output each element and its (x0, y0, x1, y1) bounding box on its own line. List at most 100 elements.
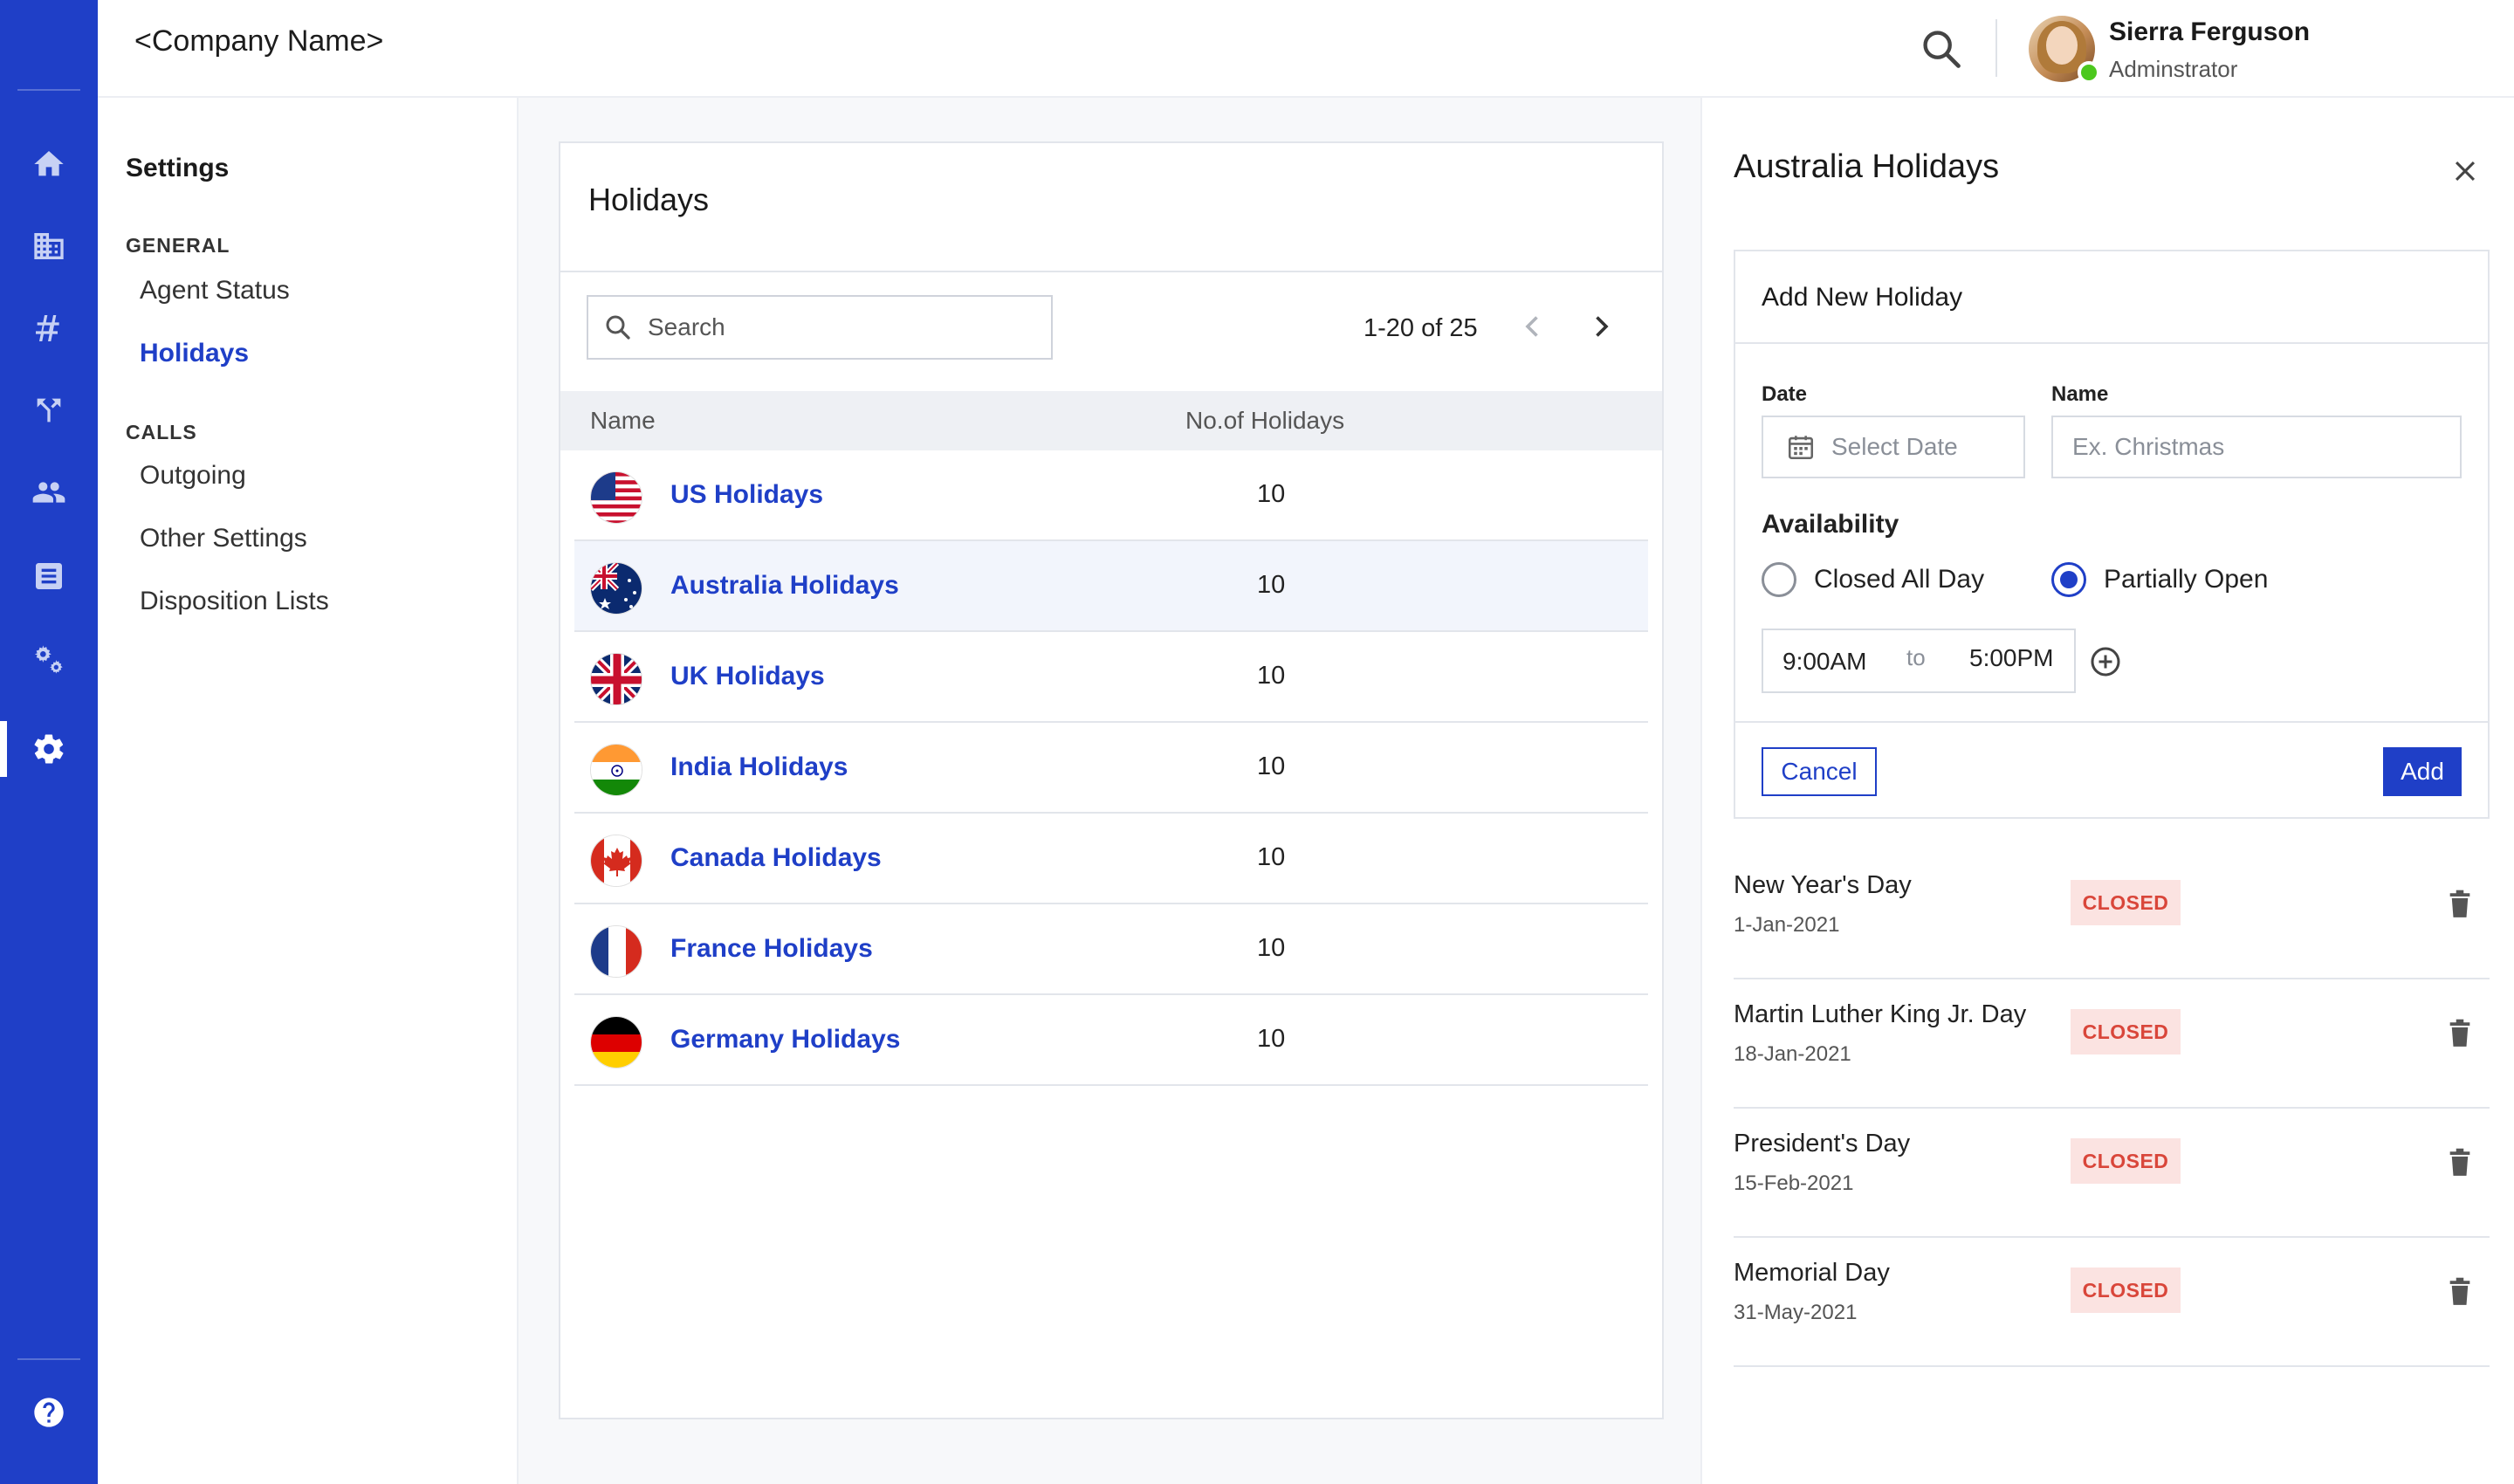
holiday-list-name[interactable]: India Holidays (670, 752, 848, 782)
users-icon[interactable] (26, 470, 72, 515)
search-placeholder: Search (648, 313, 725, 340)
search-button[interactable] (1915, 23, 1968, 75)
top-header: <Company Name> Sierra Ferguson Adminstra… (98, 0, 2514, 98)
radio-label: Closed All Day (1814, 565, 1985, 594)
time-range: 9:00AM to 5:00PM (1762, 629, 2076, 693)
active-rail-indicator (0, 721, 7, 777)
table-row[interactable]: France Holidays 10 (574, 904, 1648, 995)
routing-icon[interactable] (26, 388, 72, 433)
nav-item-disposition-lists[interactable]: Disposition Lists (140, 587, 329, 616)
australia-flag-icon (590, 562, 642, 615)
radio-circle (2051, 562, 2086, 597)
radio-label: Partially Open (2104, 565, 2269, 594)
delete-button[interactable] (2442, 1274, 2477, 1309)
user-role: Adminstrator (2109, 56, 2238, 82)
holiday-date: 18-Jan-2021 (1734, 1042, 1851, 1066)
holiday-name: President's Day (1734, 1130, 1911, 1158)
status-badge: CLOSED (2071, 880, 2181, 925)
company-name: <Company Name> (134, 24, 384, 58)
status-badge: CLOSED (2071, 1138, 2181, 1184)
trash-icon (2449, 1019, 2470, 1047)
nav-section-general: GENERAL (126, 234, 230, 257)
prev-page-button[interactable] (1514, 307, 1552, 346)
india-flag-icon (590, 744, 642, 796)
holiday-date: 1-Jan-2021 (1734, 913, 1840, 937)
holidays-card: Holidays Search 1-20 of 25 Name No.of Ho… (559, 141, 1664, 1419)
table-row[interactable]: UK Holidays 10 (574, 632, 1648, 723)
availability-label: Availability (1762, 510, 1899, 539)
delete-button[interactable] (2442, 887, 2477, 922)
table-row[interactable]: Australia Holidays 10 (574, 541, 1648, 632)
holiday-count: 10 (1257, 1025, 1286, 1053)
table-row[interactable]: US Holidays 10 (574, 450, 1648, 541)
end-time-input[interactable]: 5:00PM (1969, 644, 2054, 672)
uk-flag-icon (590, 653, 642, 705)
holiday-count: 10 (1257, 480, 1286, 508)
canada-flag-icon (590, 835, 642, 887)
app-rail (0, 0, 98, 1484)
add-time-range-button[interactable] (2088, 644, 2123, 679)
france-flag-icon (590, 925, 642, 978)
add-button[interactable]: Add (2383, 747, 2462, 796)
add-holiday-form: Add New Holiday Date Select Date Name Ex… (1734, 250, 2490, 819)
form-divider (1735, 721, 2488, 723)
holiday-count: 10 (1257, 843, 1286, 871)
table-row[interactable]: Germany Holidays 10 (574, 995, 1648, 1086)
date-picker-input[interactable]: Select Date (1762, 416, 2025, 478)
list-item: President's Day 15-Feb-2021 CLOSED (1734, 1109, 2490, 1238)
chevron-right-icon (1596, 316, 1609, 337)
rail-divider (17, 1358, 80, 1360)
user-name: Sierra Ferguson (2109, 17, 2311, 46)
column-header-count[interactable]: No.of Holidays (1185, 407, 1344, 435)
table-row[interactable]: India Holidays 10 (574, 723, 1648, 814)
radio-circle (1762, 562, 1796, 597)
holiday-list-name[interactable]: France Holidays (670, 934, 873, 964)
trash-icon (2449, 1277, 2470, 1305)
nav-section-calls: CALLS (126, 421, 197, 443)
holiday-name: Martin Luther King Jr. Day (1734, 1000, 2027, 1028)
cancel-button[interactable]: Cancel (1762, 747, 1877, 796)
home-icon[interactable] (26, 141, 72, 187)
start-time-input[interactable]: 9:00AM (1782, 648, 1867, 676)
delete-button[interactable] (2442, 1016, 2477, 1051)
pagination-text: 1-20 of 25 (1363, 314, 1478, 342)
radio-closed-all-day[interactable]: Closed All Day (1762, 562, 1984, 597)
header-divider (1995, 19, 1997, 77)
avatar-face (2046, 26, 2078, 65)
next-page-button[interactable] (1582, 307, 1620, 346)
radio-partially-open[interactable]: Partially Open (2051, 562, 2268, 597)
trash-icon (2449, 890, 2470, 917)
holiday-list-name[interactable]: Germany Holidays (670, 1025, 900, 1055)
germany-flag-icon (590, 1016, 642, 1068)
holiday-date: 15-Feb-2021 (1734, 1171, 1854, 1195)
column-header-name[interactable]: Name (590, 407, 656, 435)
list-icon[interactable] (26, 553, 72, 599)
search-icon (606, 315, 630, 340)
settings-icon[interactable] (26, 726, 72, 772)
holiday-count: 10 (1257, 662, 1286, 690)
holiday-list-name[interactable]: Canada Holidays (670, 843, 882, 873)
detail-title: Australia Holidays (1734, 148, 2000, 185)
help-icon[interactable] (26, 1390, 72, 1435)
table-header: Name No.of Holidays (560, 391, 1662, 450)
name-placeholder: Ex. Christmas (2072, 433, 2225, 460)
automation-icon[interactable] (26, 637, 72, 683)
form-divider (1735, 342, 2488, 344)
nav-item-other-settings[interactable]: Other Settings (140, 524, 307, 553)
holiday-list-name[interactable]: UK Holidays (670, 662, 825, 691)
holiday-list-name[interactable]: Australia Holidays (670, 571, 899, 601)
building-icon[interactable] (26, 223, 72, 269)
card-divider (560, 271, 1662, 272)
nav-item-outgoing[interactable]: Outgoing (140, 461, 246, 491)
settings-sidebar: Settings GENERAL Agent Status Holidays C… (98, 98, 519, 1484)
delete-button[interactable] (2442, 1145, 2477, 1180)
nav-item-holidays[interactable]: Holidays (140, 339, 249, 368)
holiday-list-name[interactable]: US Holidays (670, 480, 823, 510)
search-input[interactable]: Search (587, 295, 1053, 360)
nav-item-agent-status[interactable]: Agent Status (140, 276, 290, 306)
hashtag-icon[interactable] (26, 306, 72, 351)
rail-divider (17, 89, 80, 91)
close-button[interactable] (2446, 152, 2484, 190)
table-row[interactable]: Canada Holidays 10 (574, 814, 1648, 904)
holiday-name-input[interactable]: Ex. Christmas (2051, 416, 2462, 478)
